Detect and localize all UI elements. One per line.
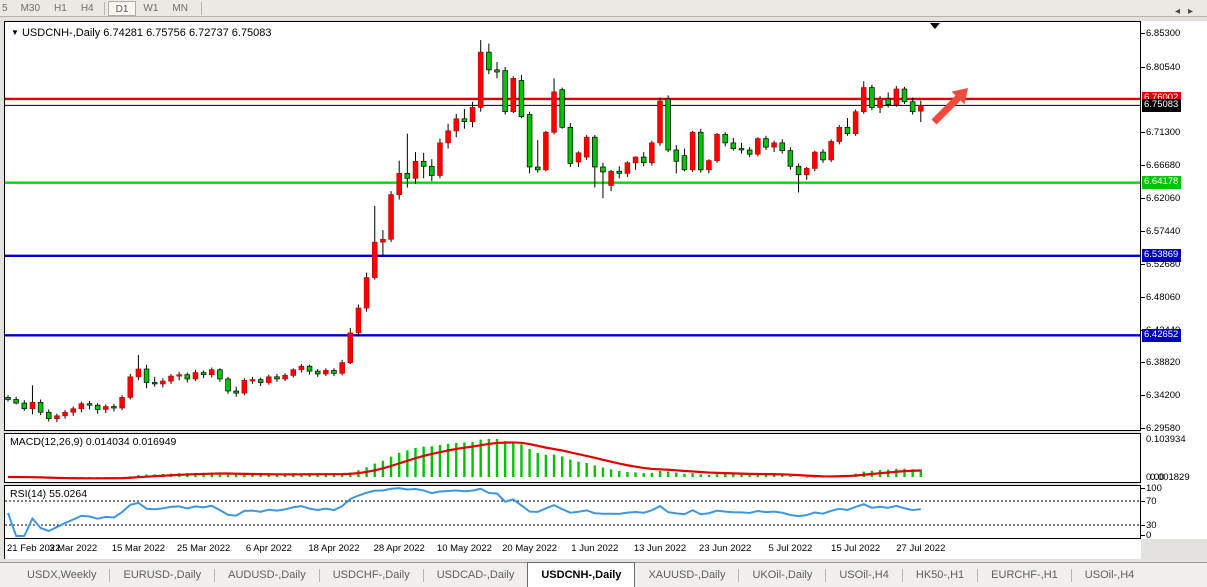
axis-tick [1141,132,1145,133]
timeframe-toolbar: 5M30H1H4 D1W1MN [0,0,1207,17]
date-axis-label: 15 Jul 2022 [831,543,880,554]
price-axis-label: 6.62060 [1146,193,1180,204]
price-axis-label: 6.29580 [1146,423,1180,434]
symbol-tab-audusd[interactable]: AUDUSD-,Daily [215,563,319,587]
symbol-tab-ukoil[interactable]: UKOil-,Daily [739,563,825,587]
terminal-window: 5M30H1H4 D1W1MN ▼ USDCNH-,Daily 6.74281 6… [0,0,1207,587]
price-axis-label: 6.66680 [1146,160,1180,171]
ohlc-low: 6.72737 [189,27,229,39]
rsi-scale-label: 70 [1146,496,1157,507]
date-axis-label: 3 Mar 2022 [49,543,97,554]
symbol-tab-eurchf[interactable]: EURCHF-,H1 [978,563,1071,587]
price-axis-label: 6.48060 [1146,292,1180,303]
axis-tick [1141,264,1145,265]
rsi-scale-label: 100 [1146,483,1162,494]
timeframe-button-mn[interactable]: MN [165,1,195,16]
tab-scroll-left-icon[interactable]: ◂ [1175,6,1188,17]
date-axis-label: 28 Apr 2022 [374,543,425,554]
date-axis-label: 13 Jun 2022 [634,543,686,554]
axis-tick [1141,488,1145,489]
price-axis-label: 6.34200 [1146,390,1180,401]
ohlc-high: 6.75756 [146,27,186,39]
price-axis-label: 6.71300 [1146,127,1180,138]
symbol-tab-usdcnh[interactable]: USDCNH-,Daily [527,562,635,587]
axis-tick [1141,395,1145,396]
date-axis-label: 15 Mar 2022 [112,543,165,554]
tab-scroll-right-icon[interactable]: ▸ [1188,6,1201,17]
timeframe-button-h4[interactable]: H4 [74,1,101,16]
ohlc-close: 6.75083 [232,27,272,39]
symbol-tab-usdchf[interactable]: USDCHF-,Daily [320,563,423,587]
rsi-pane[interactable]: RSI(14) 55.0264 [4,485,1141,539]
macd-scale-min: 0.001829 [1150,472,1190,483]
axis-tick [1141,165,1145,166]
macd-label: MACD(12,26,9) 0.014034 0.016949 [10,436,176,448]
axis-tick [1141,535,1145,536]
date-axis-label: 5 Jul 2022 [768,543,812,554]
axis-tick [1141,362,1145,363]
axis-tick [1141,198,1145,199]
timeframe-button-d1[interactable]: D1 [108,1,137,16]
symbol-tab-usoil[interactable]: USOil-,H4 [826,563,902,587]
symbol-tab-eurusd[interactable]: EURUSD-,Daily [110,563,214,587]
timeframe-button-h1[interactable]: H1 [47,1,74,16]
date-axis-label: 27 Jul 2022 [896,543,945,554]
rsi-scale-label: 0 [1146,530,1151,541]
price-level-badge: 6.53869 [1142,249,1181,262]
toolbar-separator [201,2,202,15]
symbol-tab-xauusd[interactable]: XAUUSD-,Daily [635,563,738,587]
price-level-badge: 6.64178 [1142,176,1181,189]
rsi-label: RSI(14) 55.0264 [10,488,87,500]
macd-scale-max: 0.103934 [1146,434,1186,445]
date-axis-label: 23 Jun 2022 [699,543,751,554]
candlestick-plot [5,22,1140,430]
tab-scroll-arrows: ◂▸ [1175,6,1201,17]
axis-tick [1141,525,1145,526]
chart-title: ▼ USDCNH-,Daily 6.74281 6.75756 6.72737 … [11,27,272,39]
date-axis-label: 1 Jun 2022 [571,543,618,554]
macd-pane[interactable]: MACD(12,26,9) 0.014034 0.016949 [4,433,1141,483]
timeframe-button-5[interactable]: 5 [0,1,14,16]
trend-arrow-annotation[interactable] [932,88,969,125]
price-axis-label: 6.80540 [1146,62,1180,73]
price-level-badge: 6.42652 [1142,329,1181,342]
date-axis-label: 25 Mar 2022 [177,543,230,554]
price-axis-label: 6.38820 [1146,357,1180,368]
timeframe-button-m30[interactable]: M30 [14,1,47,16]
symbol-tab-usoil[interactable]: USOil-,H4 [1072,563,1148,587]
price-chart-pane[interactable]: ▼ USDCNH-,Daily 6.74281 6.75756 6.72737 … [4,21,1141,431]
timeframe-button-w1[interactable]: W1 [136,1,165,16]
toolbar-separator [104,2,105,15]
axis-tick [1141,428,1145,429]
symbol-tab-usdcad[interactable]: USDCAD-,Daily [424,563,528,587]
chevron-down-icon: ▼ [11,28,19,37]
axis-tick [1141,297,1145,298]
price-axis-label: 6.85300 [1146,28,1180,39]
chart-symbol-label: USDCNH-,Daily [22,27,100,39]
axis-tick [1141,231,1145,232]
symbol-tab-usdx[interactable]: USDX,Weekly [14,563,109,587]
axis-tick [1141,67,1145,68]
price-scale[interactable]: 6.85300 6.80540 6.71300 6.66680 6.62060 6.574… [1141,21,1207,539]
date-axis-label: 10 May 2022 [437,543,492,554]
price-level-badge: 6.75083 [1142,99,1181,112]
date-axis-label: 18 Apr 2022 [308,543,359,554]
axis-tick [1141,33,1145,34]
date-axis-label: 6 Apr 2022 [246,543,292,554]
date-axis-label: 20 May 2022 [502,543,557,554]
rsi-plot [5,486,1140,538]
symbol-tab-bar: USDX,WeeklyEURUSD-,DailyAUDUSD-,DailyUSD… [0,562,1207,587]
ohlc-open: 6.74281 [103,27,143,39]
symbol-tab-hk50[interactable]: HK50-,H1 [903,563,977,587]
price-axis-label: 6.57440 [1146,226,1180,237]
axis-tick [1141,501,1145,502]
date-axis[interactable]: 21 Feb 20223 Mar 202215 Mar 202225 Mar 2… [4,539,1141,559]
